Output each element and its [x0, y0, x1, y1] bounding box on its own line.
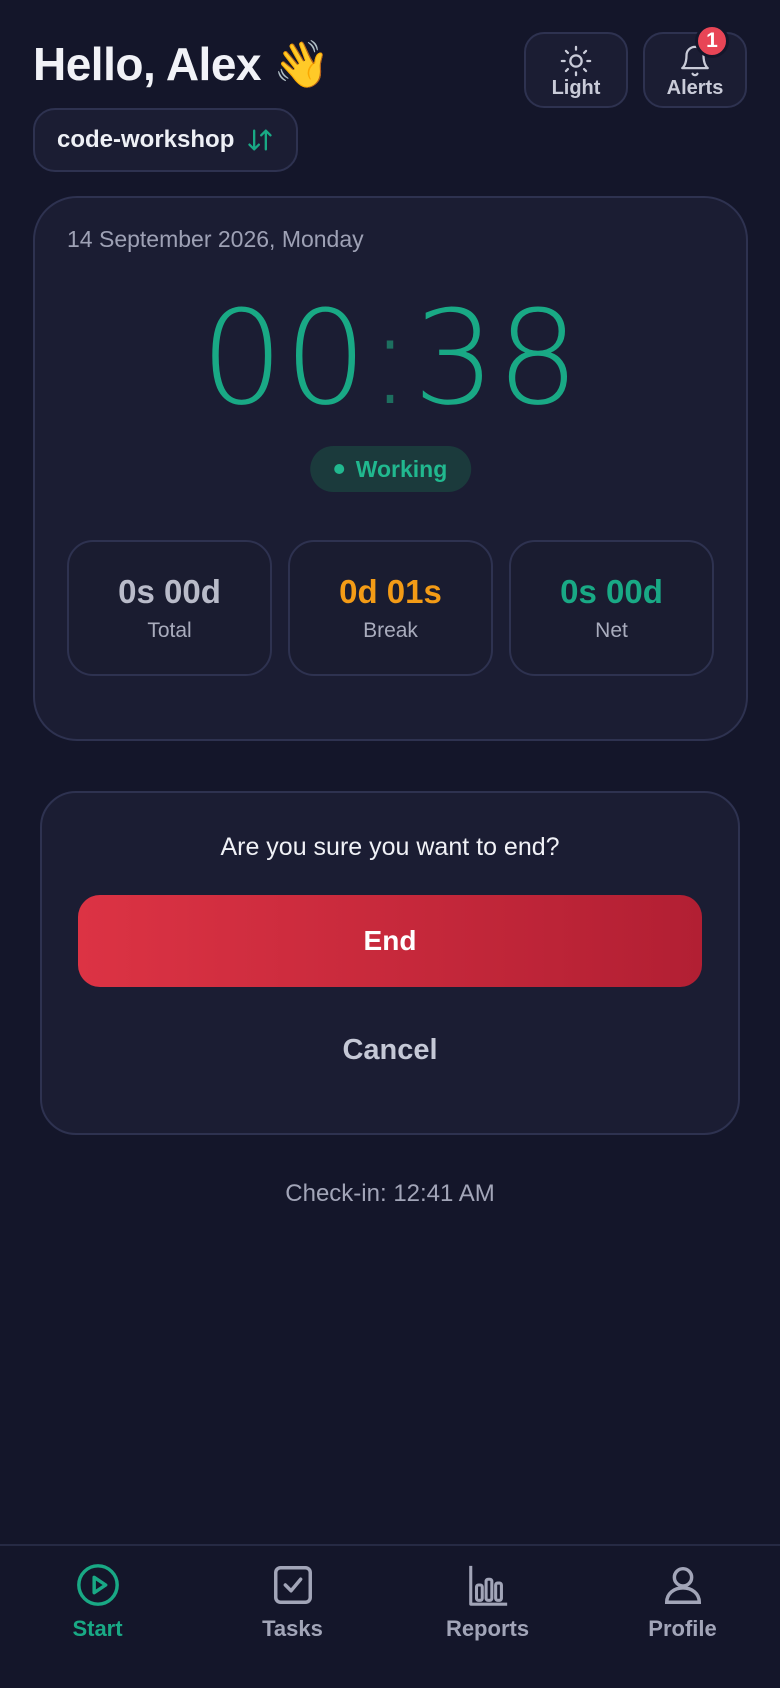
sun-icon	[560, 45, 592, 77]
stat-total: 0s 00d Total	[67, 540, 272, 676]
greeting-title: Hello, Alex 👋	[33, 38, 331, 90]
alerts-label: Alerts	[666, 77, 724, 99]
header: Hello, Alex 👋 Light Alerts 1 code-worksh…	[33, 24, 747, 176]
bottom-tab-bar: Start Tasks Reports Profile	[0, 1544, 780, 1688]
tab-reports[interactable]: Reports	[390, 1546, 585, 1688]
swap-arrows-icon	[248, 129, 273, 151]
stat-label: Total	[147, 619, 192, 642]
stat-value: 0d 01s	[339, 573, 442, 610]
stat-value: 0s 00d	[118, 573, 221, 610]
play-circle-icon	[76, 1564, 119, 1606]
workspace-name: code-workshop	[57, 126, 235, 153]
stat-break: 0d 01s Break	[288, 540, 493, 676]
current-date: 14 September 2026, Monday	[67, 226, 364, 252]
workspace-switcher[interactable]: code-workshop	[33, 108, 299, 172]
status-label: Working	[355, 455, 448, 482]
stat-net: 0s 00d Net	[509, 540, 714, 676]
user-icon	[664, 1566, 701, 1604]
tab-label: Start	[72, 1616, 123, 1641]
stat-value: 0s 00d	[560, 573, 663, 610]
tab-label: Profile	[648, 1616, 717, 1641]
end-confirmation-panel: Are you sure you want to end? End Cancel	[40, 791, 740, 1135]
tab-label: Reports	[445, 1616, 530, 1641]
tab-profile[interactable]: Profile	[585, 1546, 780, 1688]
tab-label: Tasks	[262, 1616, 323, 1641]
timer-separator: :	[368, 282, 413, 434]
bar-chart-icon	[468, 1565, 507, 1606]
tab-start[interactable]: Start	[0, 1546, 195, 1688]
timer-seconds: 38	[412, 282, 581, 434]
checkin-time: Check-in: 12:41 AM	[285, 1180, 495, 1207]
elapsed-timer: 00:38	[35, 288, 746, 428]
status-dot-icon	[333, 464, 344, 474]
light-theme-button[interactable]: Light	[524, 32, 628, 108]
status-badge: Working	[309, 446, 472, 492]
alerts-button[interactable]: Alerts 1	[643, 24, 747, 108]
light-label: Light	[551, 77, 601, 99]
stat-label: Net	[595, 619, 628, 642]
stat-label: Break	[363, 619, 418, 642]
cancel-button[interactable]: Cancel	[78, 1015, 702, 1085]
timer-card: 14 September 2026, Monday 00:38 Working …	[33, 196, 748, 741]
alerts-count-badge: 1	[695, 24, 729, 58]
end-button[interactable]: End	[78, 895, 702, 987]
checkbox-icon	[273, 1566, 312, 1604]
confirm-question: Are you sure you want to end?	[220, 833, 560, 861]
stats-row: 0s 00d Total 0d 01s Break 0s 00d Net	[67, 540, 714, 676]
tab-tasks[interactable]: Tasks	[195, 1546, 390, 1688]
timer-minutes: 00	[200, 282, 369, 434]
